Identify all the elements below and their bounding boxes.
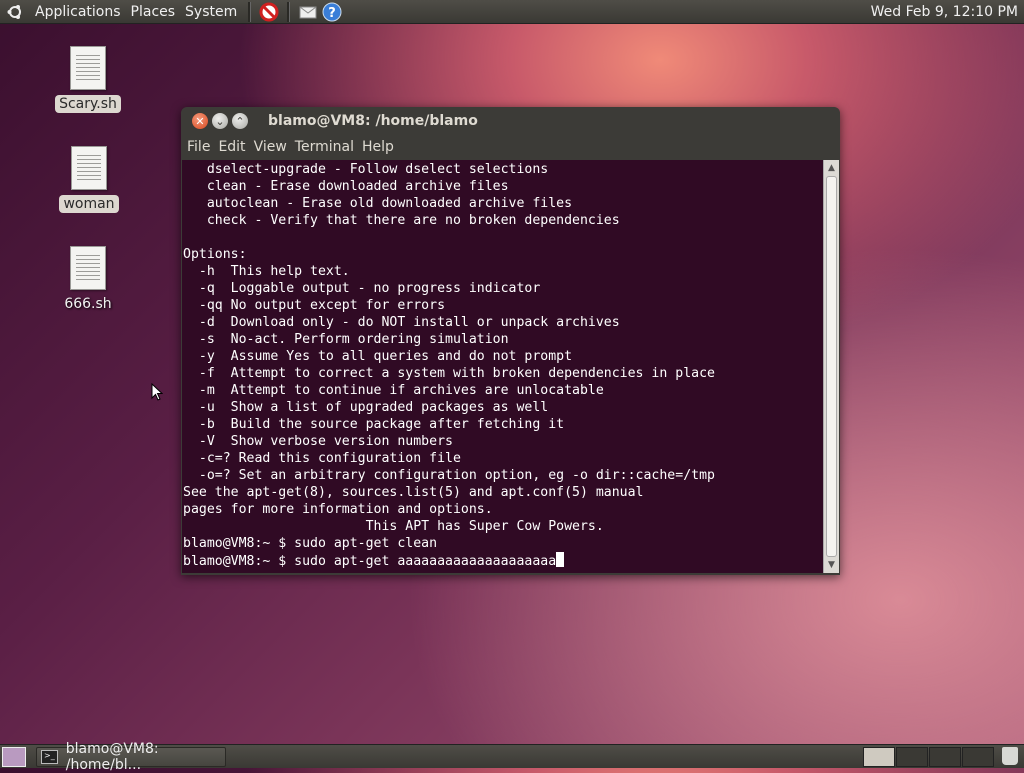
script-file-icon xyxy=(70,46,106,90)
terminal-scrollbar[interactable]: ▲ ▼ xyxy=(823,160,839,573)
terminal-line: -s No-act. Perform ordering simulation xyxy=(183,332,509,347)
terminal-line: -f Attempt to correct a system with brok… xyxy=(183,366,715,381)
bottom-panel: >_ blamo@VM8: /home/bl... xyxy=(0,741,1024,773)
menu-edit[interactable]: Edit xyxy=(218,139,245,155)
mail-icon[interactable] xyxy=(298,2,318,22)
terminal-line: -q Loggable output - no progress indicat… xyxy=(183,281,541,296)
workspace-1[interactable] xyxy=(863,747,895,767)
text-cursor xyxy=(556,552,565,567)
desktop-icon-666-sh[interactable]: 666.sh xyxy=(53,246,123,313)
terminal-line: -m Attempt to continue if archives are u… xyxy=(183,383,604,398)
text-file-icon xyxy=(71,146,107,190)
show-desktop-icon[interactable] xyxy=(2,746,26,767)
workspace-2[interactable] xyxy=(896,747,928,767)
help-icon[interactable]: ? xyxy=(322,2,342,22)
desktop-icon-scary-sh[interactable]: Scary.sh xyxy=(53,46,123,113)
terminal-line: autoclean - Erase old downloaded archive… xyxy=(183,196,573,211)
terminal-line: dselect-upgrade - Follow dselect selecti… xyxy=(183,162,549,177)
close-button[interactable]: ✕ xyxy=(192,113,208,129)
terminal-line: -u Show a list of upgraded packages as w… xyxy=(183,400,549,415)
terminal-output[interactable]: dselect-upgrade - Follow dselect selecti… xyxy=(182,160,839,573)
clock[interactable]: Wed Feb 9, 12:10 PM xyxy=(871,0,1018,24)
terminal-window[interactable]: ✕ ⌄ ⌃ blamo@VM8: /home/blamo File Edit V… xyxy=(181,107,840,575)
menu-terminal[interactable]: Terminal xyxy=(295,139,354,155)
terminal-line: -h This help text. xyxy=(183,264,350,279)
terminal-line: -d Download only - do NOT install or unp… xyxy=(183,315,620,330)
desktop-icon-label: 666.sh xyxy=(64,296,112,312)
scroll-thumb[interactable] xyxy=(826,176,837,557)
mouse-pointer-icon xyxy=(151,382,164,405)
desktop-icon-label: Scary.sh xyxy=(55,95,121,113)
terminal-line: See the apt-get(8), sources.list(5) and … xyxy=(183,485,644,500)
menu-file[interactable]: File xyxy=(187,139,210,155)
workspace-switcher xyxy=(862,747,994,767)
svg-text:?: ? xyxy=(328,6,336,21)
terminal-line: blamo@VM8:~ $ sudo apt-get clean xyxy=(183,536,438,551)
scroll-down-icon[interactable]: ▼ xyxy=(824,557,839,573)
terminal-line: Options: xyxy=(183,247,247,262)
main-menu: Applications Places System ? xyxy=(0,0,344,24)
terminal-icon: >_ xyxy=(41,749,58,764)
menu-system[interactable]: System xyxy=(180,0,242,24)
terminal-line: -o=? Set an arbitrary configuration opti… xyxy=(183,468,715,483)
prompt-text: blamo@VM8:~ $ sudo apt-get aaaaaaaaaaaaa… xyxy=(183,554,557,569)
scroll-up-icon[interactable]: ▲ xyxy=(824,160,839,176)
panel-separator xyxy=(287,1,291,22)
script-file-icon xyxy=(70,246,106,290)
terminal-line: -b Build the source package after fetchi… xyxy=(183,417,565,432)
terminal-prompt-line[interactable]: blamo@VM8:~ $ sudo apt-get aaaaaaaaaaaaa… xyxy=(183,552,823,570)
terminal-line: -qq No output except for errors xyxy=(183,298,446,313)
terminal-line: -V Show verbose version numbers xyxy=(183,434,453,449)
menu-help[interactable]: Help xyxy=(362,139,394,155)
menu-places[interactable]: Places xyxy=(126,0,181,24)
minimize-button[interactable]: ⌄ xyxy=(212,113,228,129)
menu-applications[interactable]: Applications xyxy=(30,0,126,24)
top-panel: Applications Places System ? Wed Feb 9, … xyxy=(0,0,1024,24)
menu-view[interactable]: View xyxy=(254,139,287,155)
window-titlebar[interactable]: ✕ ⌄ ⌃ blamo@VM8: /home/blamo xyxy=(181,107,840,135)
desktop-icon-label: woman xyxy=(59,195,119,213)
terminal-text: dselect-upgrade - Follow dselect selecti… xyxy=(183,161,823,570)
terminal-line: clean - Erase downloaded archive files xyxy=(183,179,509,194)
terminal-menubar: File Edit View Terminal Help xyxy=(181,135,840,159)
workspace-4[interactable] xyxy=(962,747,994,767)
desktop-icon-woman[interactable]: woman xyxy=(54,146,124,213)
terminal-line: pages for more information and options. xyxy=(183,502,493,517)
terminal-line: -y Assume Yes to all queries and do not … xyxy=(183,349,573,364)
window-title: blamo@VM8: /home/blamo xyxy=(268,113,478,129)
terminal-line: This APT has Super Cow Powers. xyxy=(183,519,604,534)
taskbar-terminal-button[interactable]: >_ blamo@VM8: /home/bl... xyxy=(36,741,226,773)
trash-icon[interactable] xyxy=(1002,747,1018,765)
maximize-button[interactable]: ⌃ xyxy=(232,113,248,129)
panel-separator xyxy=(248,1,252,22)
workspace-3[interactable] xyxy=(929,747,961,767)
terminal-line: -c=? Read this configuration file xyxy=(183,451,461,466)
ubuntu-logo-icon[interactable] xyxy=(6,3,24,21)
no-entry-icon[interactable] xyxy=(259,2,279,22)
terminal-line: check - Verify that there are no broken … xyxy=(183,213,620,228)
